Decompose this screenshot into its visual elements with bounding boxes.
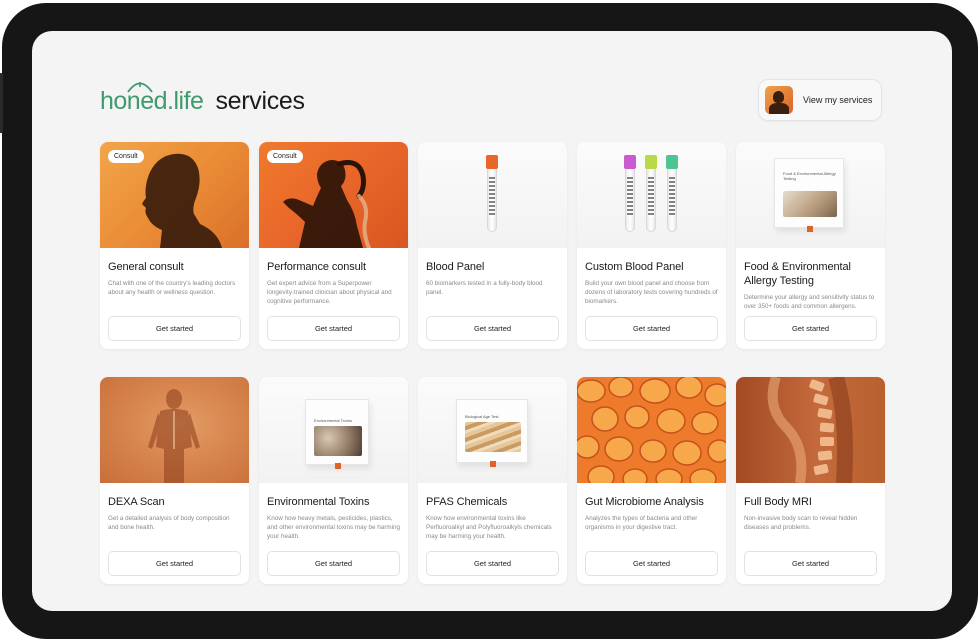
card-description: Know how environmental toxins like Perfl… — [426, 515, 552, 540]
view-my-services-button[interactable]: View my services — [758, 79, 882, 121]
service-card-allergy-testing[interactable]: Food & Environmental Allergy Testing Foo… — [736, 142, 885, 349]
card-description: Get expert advice from a Superpower long… — [267, 280, 392, 305]
service-card-gut-microbiome[interactable]: Gut Microbiome Analysis Analyzes the typ… — [577, 377, 726, 584]
card-description: 60 biomarkers tested in a fully-body blo… — [426, 280, 543, 296]
services-grid: Consult General consult Chat with one of… — [100, 142, 887, 584]
card-thumbnail: Consult — [100, 142, 249, 248]
card-title: Full Body MRI — [744, 496, 812, 508]
service-card-environmental-toxins[interactable]: Environmental Toxins Environmental Toxin… — [259, 377, 408, 584]
avatar — [765, 86, 793, 114]
consult-badge: Consult — [108, 150, 144, 163]
microbiome-icon — [577, 377, 726, 483]
blood-tube-icon — [486, 155, 498, 232]
service-card-dexa-scan[interactable]: DEXA Scan Get a detailed analysis of bod… — [100, 377, 249, 584]
get-started-button[interactable]: Get started — [426, 316, 559, 341]
card-description: Build your own blood panel and choose fr… — [585, 280, 718, 305]
service-card-general-consult[interactable]: Consult General consult Chat with one of… — [100, 142, 249, 349]
box-label: Environmental Toxins — [314, 418, 352, 423]
service-card-performance-consult[interactable]: Consult Performance consult Get expert a… — [259, 142, 408, 349]
card-description: Determine your allergy and sensitivity s… — [744, 294, 875, 310]
card-thumbnail: Food & Environmental Allergy Testing — [736, 142, 885, 248]
view-my-services-label: View my services — [803, 95, 873, 105]
get-started-button[interactable]: Get started — [108, 551, 241, 576]
consult-badge: Consult — [267, 150, 303, 163]
card-thumbnail — [100, 377, 249, 483]
card-thumbnail: Biological Age Test — [418, 377, 567, 483]
service-card-custom-blood-panel[interactable]: Custom Blood Panel Build your own blood … — [577, 142, 726, 349]
box-label: Biological Age Test — [465, 414, 499, 419]
box-label: Food & Environmental Allergy Testing — [783, 171, 836, 181]
blood-tube-icon — [645, 155, 657, 232]
get-started-button[interactable]: Get started — [267, 551, 400, 576]
service-card-blood-panel[interactable]: Blood Panel 60 biomarkers tested in a fu… — [418, 142, 567, 349]
logo-arc-icon — [127, 82, 153, 93]
card-description: Non-invasive body scan to reveal hidden … — [744, 515, 858, 531]
tablet-frame: honed.life services View my services Con… — [0, 3, 978, 639]
get-started-button[interactable]: Get started — [585, 316, 718, 341]
blood-tube-icon — [624, 155, 636, 232]
card-description: Get a detailed analysis of body composit… — [108, 515, 230, 531]
card-title: Environmental Toxins — [267, 496, 370, 508]
service-card-pfas-chemicals[interactable]: Biological Age Test PFAS Chemicals Know … — [418, 377, 567, 584]
test-box-icon: Biological Age Test — [456, 399, 528, 467]
app-screen: honed.life services View my services Con… — [32, 31, 952, 611]
mri-spine-icon — [767, 377, 853, 483]
dexa-body-icon — [148, 389, 200, 483]
card-description: Know how heavy metals, pesticides, plast… — [267, 515, 401, 540]
get-started-button[interactable]: Get started — [585, 551, 718, 576]
card-thumbnail — [577, 142, 726, 248]
card-title: PFAS Chemicals — [426, 496, 508, 508]
get-started-button[interactable]: Get started — [267, 316, 400, 341]
card-title: Performance consult — [267, 261, 366, 273]
page-title: services — [215, 87, 305, 115]
card-title: Gut Microbiome Analysis — [585, 496, 704, 508]
card-thumbnail — [736, 377, 885, 483]
service-card-full-body-mri[interactable]: Full Body MRI Non-invasive body scan to … — [736, 377, 885, 584]
card-title: Blood Panel — [426, 261, 485, 273]
get-started-button[interactable]: Get started — [426, 551, 559, 576]
card-description: Chat with one of the country's leading d… — [108, 280, 236, 296]
get-started-button[interactable]: Get started — [108, 316, 241, 341]
card-description: Analyzes the types of bacteria and other… — [585, 515, 698, 531]
get-started-button[interactable]: Get started — [744, 316, 877, 341]
blood-tube-icon — [666, 155, 678, 232]
page-header: honed.life services — [100, 82, 305, 116]
get-started-button[interactable]: Get started — [744, 551, 877, 576]
card-title: DEXA Scan — [108, 496, 165, 508]
card-thumbnail — [577, 377, 726, 483]
brand-logo[interactable]: honed.life — [100, 82, 204, 116]
test-box-icon: Environmental Toxins — [305, 399, 369, 469]
card-title: Food & Environmental Allergy Testing — [744, 261, 851, 287]
card-title: Custom Blood Panel — [585, 261, 684, 273]
test-box-icon: Food & Environmental Allergy Testing — [774, 158, 844, 232]
card-title: General consult — [108, 261, 184, 273]
card-thumbnail: Consult — [259, 142, 408, 248]
card-thumbnail: Environmental Toxins — [259, 377, 408, 483]
card-thumbnail — [418, 142, 567, 248]
